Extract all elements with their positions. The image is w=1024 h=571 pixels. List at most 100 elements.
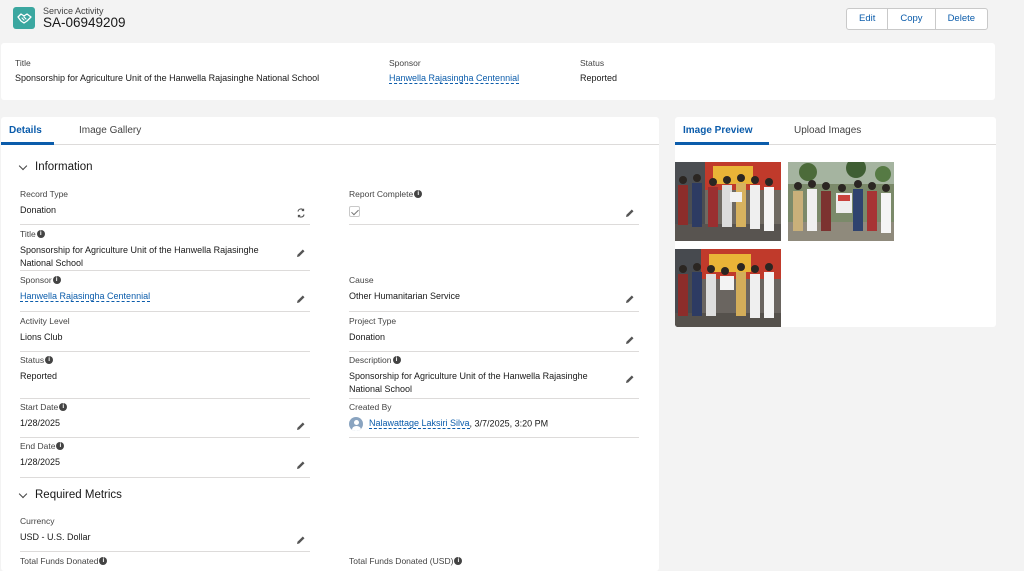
report-complete-checkbox (349, 206, 360, 217)
active-tab-indicator (675, 142, 769, 145)
pencil-icon[interactable] (296, 460, 306, 470)
pencil-icon[interactable] (296, 294, 306, 304)
details-panel: Details Image Gallery Information Record… (1, 117, 659, 571)
field-total-funds-donated: Total Funds Donated i (20, 556, 310, 571)
field-label: Record Type (20, 189, 69, 199)
chevron-down-icon (18, 161, 28, 170)
field-status: Status i Reported (20, 355, 310, 399)
highlight-status: Status Reported (580, 58, 617, 83)
info-icon[interactable]: i (56, 442, 65, 450)
field-label: Cause (349, 275, 374, 285)
change-record-type-icon[interactable] (296, 208, 306, 218)
field-project-type: Project Type Donation (349, 316, 639, 352)
highlight-title-label: Title (15, 58, 31, 68)
info-icon[interactable]: i (414, 190, 423, 198)
field-currency: Currency USD - U.S. Dollar (20, 516, 310, 552)
info-icon[interactable]: i (392, 356, 401, 364)
pencil-icon[interactable] (625, 335, 635, 345)
highlight-title-value: Sponsorship for Agriculture Unit of the … (15, 73, 320, 83)
field-activity-level: Activity Level Lions Club (20, 316, 310, 352)
chevron-down-icon (18, 489, 28, 498)
created-by-user-link[interactable]: Nalawattage Laksiri Silva (369, 418, 470, 430)
field-label: Sponsor (20, 275, 52, 285)
field-label: Start Date (20, 402, 59, 412)
field-report-complete: Report Complete i (349, 189, 639, 225)
highlight-sponsor-label: Sponsor (389, 58, 421, 68)
field-value: Other Humanitarian Service (349, 291, 461, 301)
gallery-thumbnail[interactable] (788, 162, 894, 241)
tab-details[interactable]: Details (9, 125, 42, 136)
image-tab-bar: Image Preview Upload Images (675, 117, 996, 145)
field-value: Donation (20, 205, 57, 215)
pencil-icon[interactable] (296, 535, 306, 545)
field-label: Activity Level (20, 316, 70, 326)
section-required-metrics-header[interactable]: Required Metrics (18, 489, 122, 501)
field-value: Donation (349, 332, 386, 342)
gallery-thumbnail[interactable] (675, 162, 781, 241)
tab-image-preview[interactable]: Image Preview (683, 125, 752, 136)
field-label: End Date (20, 441, 56, 451)
sponsor-link[interactable]: Hanwella Rajasingha Centennial (20, 291, 151, 302)
field-label: Title (20, 229, 36, 239)
gallery-thumbnail[interactable] (675, 249, 781, 327)
highlight-status-label: Status (580, 58, 605, 68)
info-icon[interactable]: i (45, 356, 54, 364)
active-tab-indicator (1, 142, 54, 145)
field-value: 1/28/2025 (20, 457, 61, 467)
field-label: Report Complete (349, 189, 414, 199)
details-tab-bar: Details Image Gallery (1, 117, 659, 145)
field-value: USD - U.S. Dollar (20, 532, 91, 542)
field-label: Status (20, 355, 45, 365)
action-button-group: Edit Copy Delete (846, 8, 989, 30)
pencil-icon[interactable] (625, 208, 635, 218)
image-preview-panel: Image Preview Upload Images (675, 117, 996, 327)
handshake-icon (13, 7, 35, 29)
record-header: Service Activity SA-06949209 Edit Copy D… (0, 0, 1024, 40)
field-label: Total Funds Donated (20, 556, 99, 566)
field-record-type: Record Type Donation (20, 189, 310, 225)
tab-upload-images[interactable]: Upload Images (794, 125, 861, 136)
info-icon[interactable]: i (36, 230, 45, 238)
info-icon[interactable]: i (99, 557, 108, 565)
delete-button[interactable]: Delete (936, 9, 987, 29)
section-information-header[interactable]: Information (18, 161, 93, 173)
field-label: Project Type (349, 316, 397, 326)
section-information-title: Information (35, 161, 93, 173)
field-sponsor: Sponsor i Hanwella Rajasingha Centennial (20, 275, 310, 312)
highlight-sponsor: Sponsor Hanwella Rajasingha Centennial (389, 58, 520, 84)
section-required-metrics-title: Required Metrics (35, 489, 122, 501)
field-label: Description (349, 355, 392, 365)
field-description: Description i Sponsorship for Agriculture… (349, 355, 639, 399)
field-value: Sponsorship for Agriculture Unit of the … (349, 371, 588, 394)
field-value: 1/28/2025 (20, 418, 61, 428)
field-value: Reported (20, 371, 58, 381)
field-cause: Cause Other Humanitarian Service (349, 275, 639, 312)
field-total-funds-donated-usd: Total Funds Donated (USD) i (349, 556, 639, 571)
highlights-panel: Title Sponsorship for Agriculture Unit o… (1, 43, 995, 100)
pencil-icon[interactable] (625, 374, 635, 384)
field-title: Title i Sponsorship for Agriculture Unit … (20, 229, 310, 271)
info-icon[interactable]: i (59, 403, 68, 411)
info-icon[interactable]: i (52, 276, 61, 284)
field-label: Created By (349, 402, 392, 412)
pencil-icon[interactable] (625, 294, 635, 304)
field-start-date: Start Date i 1/28/2025 (20, 402, 310, 438)
edit-button[interactable]: Edit (847, 9, 889, 29)
record-name: SA-06949209 (43, 15, 126, 30)
field-value: Sponsorship for Agriculture Unit of the … (20, 245, 259, 268)
created-by-timestamp: , 3/7/2025, 3:20 PM (469, 418, 549, 429)
field-value: Lions Club (20, 332, 63, 342)
highlight-title: Title Sponsorship for Agriculture Unit o… (15, 58, 319, 83)
highlight-status-value: Reported (580, 73, 618, 83)
field-created-by: Created By Nalawattage Laksiri Silva, 3/… (349, 402, 639, 438)
field-label: Currency (20, 516, 55, 526)
user-avatar-icon (349, 417, 363, 431)
info-icon[interactable]: i (454, 557, 463, 565)
pencil-icon[interactable] (296, 248, 306, 258)
highlight-sponsor-link[interactable]: Hanwella Rajasingha Centennial (389, 73, 520, 84)
field-end-date: End Date i 1/28/2025 (20, 441, 310, 478)
field-label: Total Funds Donated (USD) (349, 556, 454, 566)
pencil-icon[interactable] (296, 421, 306, 431)
copy-button[interactable]: Copy (888, 9, 936, 29)
tab-image-gallery[interactable]: Image Gallery (79, 125, 141, 136)
